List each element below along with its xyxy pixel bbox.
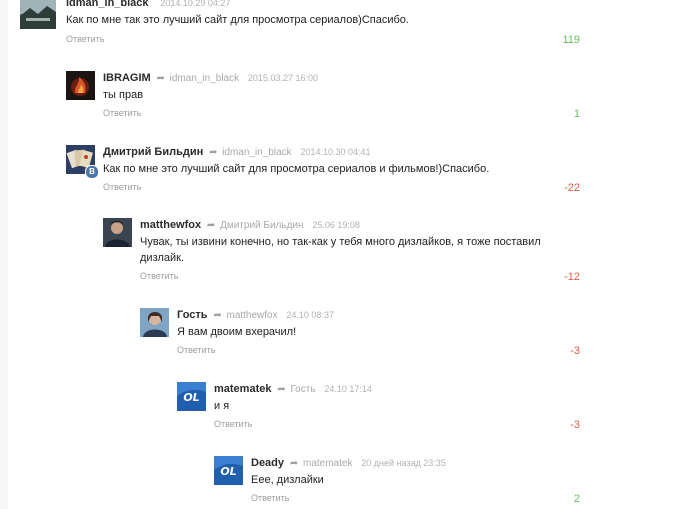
- comment-author[interactable]: matthewfox: [140, 219, 201, 231]
- reply-button[interactable]: Ответить: [103, 182, 141, 192]
- fire-avatar-icon[interactable]: [66, 71, 95, 100]
- comment-text-line-1: Чувак, ты извини конечно, но так-как у т…: [140, 236, 541, 248]
- ol-logo-avatar-icon[interactable]: OL: [177, 382, 206, 411]
- comment: OL Deady ➦ matematek 20 дней назад 23:35…: [214, 456, 674, 506]
- vk-badge-icon: B: [85, 165, 99, 179]
- rating-value: -12: [564, 271, 580, 283]
- comment: OL matematek ➦ Гость 24.10 17:14 и я Отв…: [177, 382, 677, 432]
- reply-to-user[interactable]: matematek: [303, 458, 352, 469]
- comment-author[interactable]: Deady: [251, 457, 284, 469]
- person-avatar-icon[interactable]: [103, 218, 132, 247]
- comment-text: ты прав: [103, 89, 144, 101]
- comment: IBRAGIM ➦ idman_in_black 2015.03.27 16:0…: [66, 71, 686, 121]
- reply-to-user[interactable]: matthewfox: [226, 310, 277, 321]
- reply-button[interactable]: Ответить: [140, 271, 178, 281]
- reply-button[interactable]: Ответить: [103, 108, 141, 118]
- reply-to-user[interactable]: idman_in_black: [170, 73, 240, 84]
- comment: Гость ➦ matthewfox 24.10 08:37 Я вам дво…: [140, 308, 680, 358]
- ol-logo-text: OL: [183, 391, 199, 404]
- ol-logo-avatar-icon[interactable]: OL: [214, 456, 243, 485]
- comment-text: и я: [214, 400, 230, 412]
- reply-to-user[interactable]: idman_in_black: [222, 147, 292, 158]
- comment-author[interactable]: IBRAGIM: [103, 72, 151, 84]
- landscape-avatar-icon[interactable]: [20, 0, 56, 29]
- comment-text-line-2: дизлайк.: [140, 252, 185, 264]
- reply-to-user[interactable]: Гость: [290, 384, 315, 395]
- comment-date: 20 дней назад 23:35: [361, 458, 446, 468]
- reply-button[interactable]: Ответить: [66, 34, 104, 44]
- comment-text: Как по мне так это лучший сайт для просм…: [66, 14, 409, 26]
- reply-to-user[interactable]: Дмитрий Бильдин: [220, 220, 303, 231]
- comment: matthewfox ➦ Дмитрий Бильдин 25.06 19:08…: [103, 218, 683, 288]
- reply-button[interactable]: Ответить: [214, 419, 252, 429]
- ol-logo-text: OL: [220, 465, 236, 478]
- comment: idman_in_black 2014.10.29 04:27 Как по м…: [20, 0, 700, 46]
- rating-value: 1: [573, 108, 580, 120]
- comment-text: Я вам двоим вхерачил!: [177, 326, 297, 338]
- reply-arrow-icon: ➦: [213, 310, 222, 321]
- comment-date: 25.06 19:08: [312, 220, 360, 230]
- rating-value: -22: [564, 182, 580, 194]
- reply-button[interactable]: Ответить: [251, 493, 289, 503]
- rating-value: 119: [562, 34, 580, 46]
- comment-text: Как по мне это лучший сайт для просмотра…: [103, 163, 490, 175]
- reply-arrow-icon: ➦: [289, 458, 299, 469]
- comment-date: 2014.10.29 04:27: [160, 0, 231, 8]
- comment-date: 24.10 08:37: [286, 310, 334, 320]
- reply-arrow-icon: ➦: [277, 384, 286, 395]
- reply-arrow-icon: ➦: [209, 147, 218, 158]
- comment-author[interactable]: Дмитрий Бильдин: [103, 146, 203, 158]
- comment-text: Еее, дизлайки: [251, 474, 324, 486]
- comments-page: idman_in_black 2014.10.29 04:27 Как по м…: [8, 0, 700, 509]
- comment-author[interactable]: Гость: [177, 309, 208, 321]
- comment-date: 2015.03.27 16:00: [247, 73, 318, 83]
- rating-value: -3: [570, 345, 580, 357]
- comment-date: 2014.10.30 04:41: [300, 147, 371, 157]
- comment-author[interactable]: matematek: [214, 383, 271, 395]
- rating-value: 2: [573, 493, 580, 505]
- comment-author[interactable]: idman_in_black: [66, 0, 149, 9]
- reply-button[interactable]: Ответить: [177, 345, 215, 355]
- rating-value: -3: [570, 419, 580, 431]
- comment-date: 24.10 17:14: [324, 384, 372, 394]
- guest-avatar-icon[interactable]: [140, 308, 169, 337]
- reply-arrow-icon: ➦: [156, 73, 165, 84]
- comment: B Дмитрий Бильдин ➦ idman_in_black 2014.…: [66, 145, 686, 195]
- reply-arrow-icon: ➦: [206, 220, 216, 231]
